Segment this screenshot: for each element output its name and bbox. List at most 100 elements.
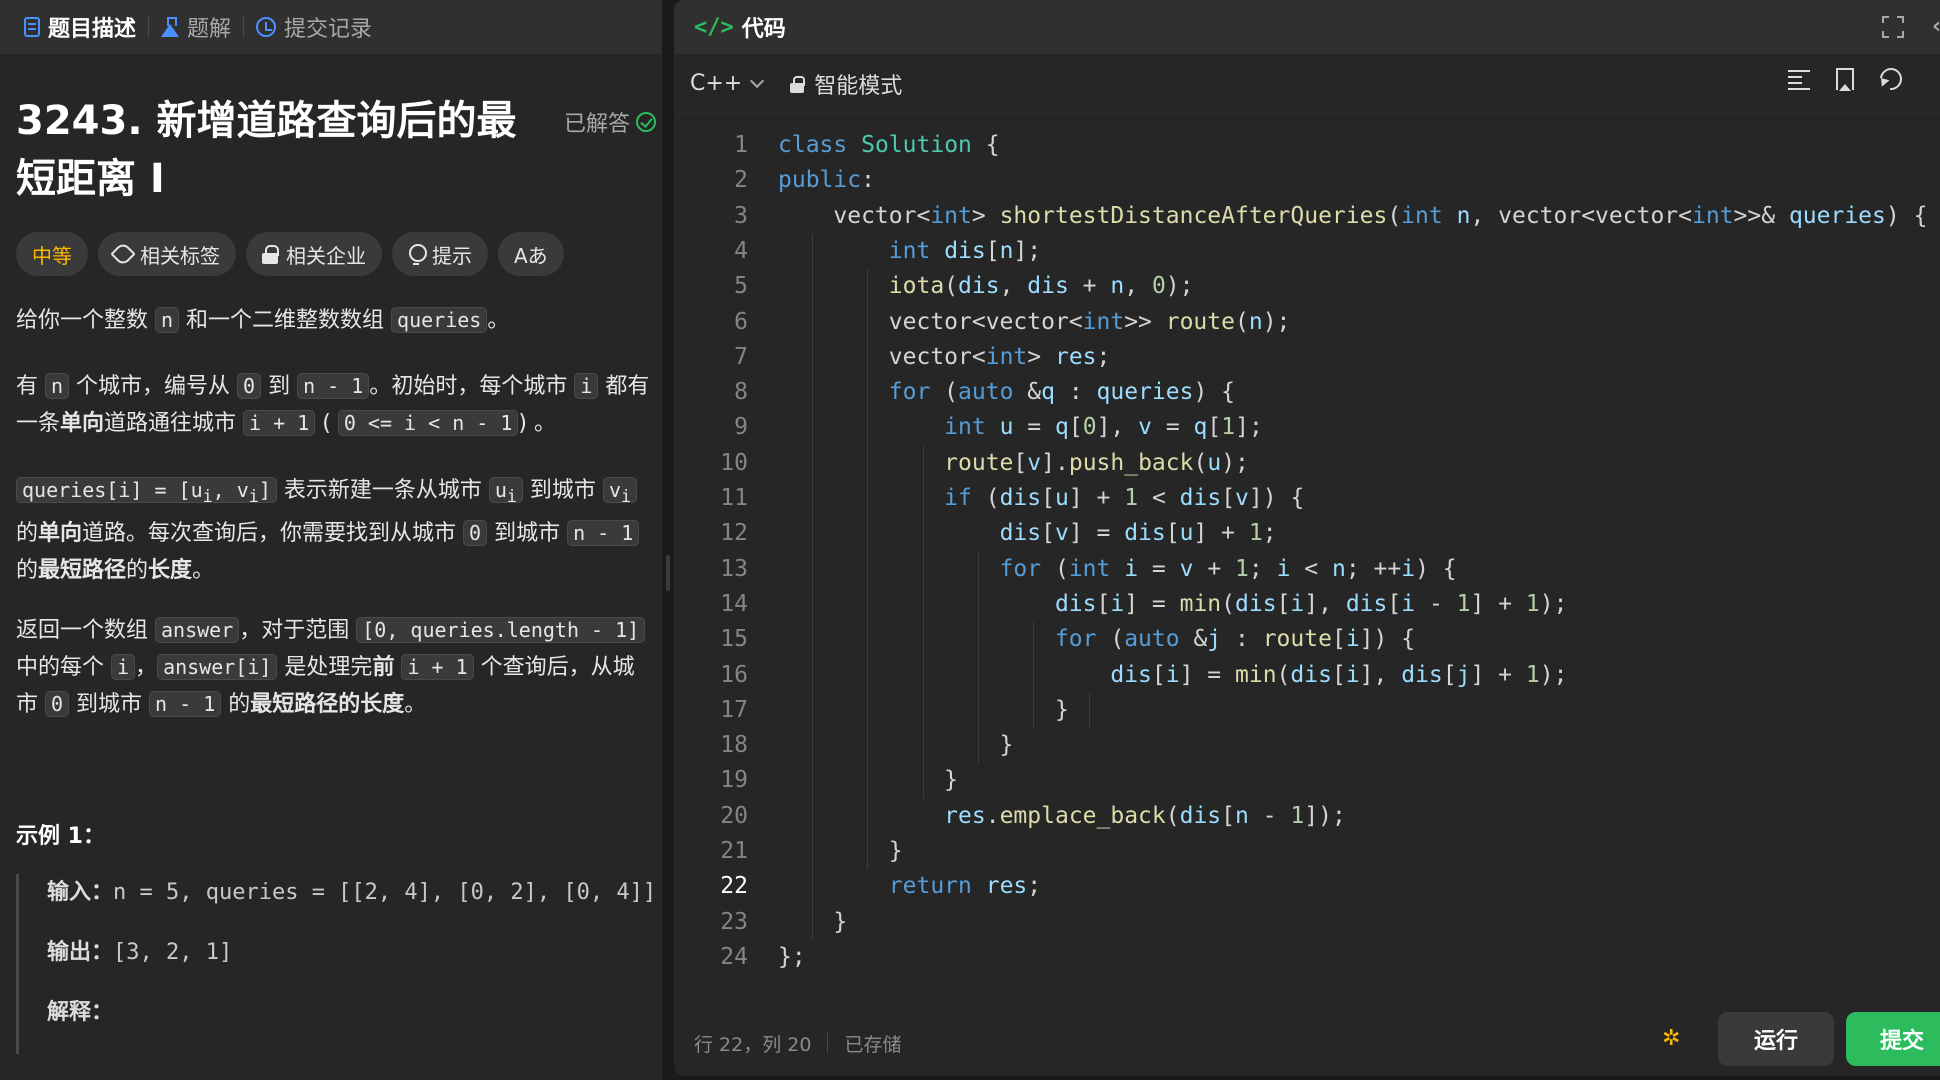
code-line[interactable]: 9 int u = q[0], v = q[1]; [674,410,1940,445]
code-line[interactable]: 5 iota(dis, dis + n, 0); [674,269,1940,304]
code-line[interactable]: 22 return res; [674,869,1940,904]
code-line[interactable]: 3 vector<int> shortestDistanceAfterQueri… [674,199,1940,234]
difficulty-badge: 中等 [16,232,88,276]
code-text: int dis[n]; [888,237,1042,264]
related-companies-button[interactable]: 相关企业 [246,232,382,276]
language-select[interactable]: C++ [690,71,765,96]
code-text: } [778,838,903,864]
font-size-button[interactable]: Aあ [498,232,564,276]
tab-description[interactable]: 题目描述 [12,0,148,54]
line-number: 8 [734,379,748,406]
resize-grip [666,555,670,591]
solved-status: 已解答 [564,106,656,138]
format-icon[interactable] [1788,70,1810,90]
hint-button[interactable]: 提示 [392,232,488,276]
example-block: 输入：n = 5, queries = [[2, 4], [0, 2], [0,… [16,874,662,1054]
lock-icon [262,245,279,264]
code-line[interactable]: 16 dis[i] = min(dis[i], dis[j] + 1); [674,658,1940,693]
code-text: route[v].push_back(u); [944,449,1249,476]
save-status: 已存储 [844,1033,902,1056]
code-panel-header: </> 代码 ‹ [674,0,1940,54]
code-text: return res; [888,873,1042,900]
code-text: res.emplace_back(dis[n - 1]); [944,802,1346,829]
indent-guide [1088,692,1090,729]
collapse-icon[interactable]: ‹ [1932,16,1940,38]
code-line[interactable]: 18 } [674,728,1940,763]
code-line[interactable]: 13 for (int i = v + 1; i < n; ++i) { [674,552,1940,587]
line-number: 20 [720,802,748,829]
code-text: class Solution { [778,132,1000,158]
code-line[interactable]: 10 route[v].push_back(u); [674,446,1940,481]
line-number: 7 [734,343,748,370]
bookmark-icon[interactable] [1836,68,1854,91]
editor-toolbar: C++ 智能模式 [674,54,1940,114]
line-number: 17 [720,696,748,723]
line-number: 2 [734,167,748,194]
problem-tabs: 题目描述 题解 提交记录 [0,0,662,54]
fullscreen-icon[interactable] [1881,15,1905,39]
tab-solutions-label: 题解 [187,17,232,42]
code-line[interactable]: 24}; [674,940,1940,975]
code-panel-title: 代码 [741,17,786,42]
line-number: 1 [734,132,748,158]
code-text: for (auto &q : queries) { [888,379,1236,406]
code-line[interactable]: 12 dis[v] = dis[u] + 1; [674,516,1940,551]
line-number: 6 [734,308,748,335]
lock-icon [790,75,806,93]
tab-solutions[interactable]: 题解 [149,0,243,54]
code-text: int u = q[0], v = q[1]; [944,414,1263,441]
check-circle-icon [636,112,656,132]
problem-title: 3243. 新增道路查询后的最短距离 I [16,98,517,202]
line-number: 5 [734,273,748,300]
code-text: iota(dis, dis + n, 0); [888,273,1194,300]
smart-mode-label: 智能模式 [814,73,903,99]
code-line[interactable]: 17 } [674,693,1940,728]
example-input: 输入：n = 5, queries = [[2, 4], [0, 2], [0,… [47,880,657,905]
line-number: 10 [720,449,748,476]
code-line[interactable]: 1 class Solution { [674,128,1940,163]
indent-guide [867,269,869,870]
more-icon[interactable] [1928,68,1940,90]
line-number: 11 [720,485,748,511]
code-line[interactable]: 8 for (auto &q : queries) { [674,375,1940,410]
code-editor[interactable]: 1 class Solution { 2 public: 3 vector<int> s… [674,128,1940,978]
line-number: 18 [720,732,748,759]
indent-guide [811,233,813,940]
debug-icon[interactable]: ✲ [1662,1026,1686,1052]
code-line[interactable]: 11 if (dis[u] + 1 < dis[v]) { [674,481,1940,516]
code-line[interactable]: 7 vector<int> res; [674,340,1940,375]
tab-submissions-label: 提交记录 [284,17,373,42]
code-line[interactable]: 4 int dis[n]; [674,234,1940,269]
code-text: }; [778,943,806,970]
line-number: 9 [734,414,748,441]
code-line[interactable]: 20 res.emplace_back(dis[n - 1]); [674,799,1940,834]
tab-submissions[interactable]: 提交记录 [244,0,384,54]
code-text: dis[v] = dis[u] + 1; [999,520,1277,547]
problem-header: 3243. 新增道路查询后的最短距离 I 已解答 [16,92,656,208]
smart-mode-toggle[interactable]: 智能模式 [790,68,902,100]
code-line[interactable]: 23 } [674,905,1940,940]
tag-icon [110,241,136,267]
related-tags-button[interactable]: 相关标签 [98,232,236,276]
submit-button[interactable]: 提交 [1846,1012,1940,1066]
related-tags-label: 相关标签 [140,243,220,268]
code-text: public: [778,167,875,194]
code-line[interactable]: 21 } [674,834,1940,869]
line-number: 23 [720,908,748,935]
code-line[interactable]: 6 vector<vector<int>> route(n); [674,305,1940,340]
code-line[interactable]: 15 for (auto &j : route[i]) { [674,622,1940,657]
code-line[interactable]: 14 dis[i] = min(dis[i], dis[i - 1] + 1); [674,587,1940,622]
run-button[interactable]: 运行 [1718,1012,1834,1066]
example-title: 示例 1： [16,824,105,849]
doc-icon [24,17,40,37]
code-line[interactable]: 19 } [674,763,1940,798]
line-number: 14 [720,590,748,617]
code-line[interactable]: 2 public: [674,163,1940,198]
panel-resize-handle[interactable] [662,0,674,1080]
code-text: vector<vector<int>> route(n); [778,308,1291,335]
reset-icon[interactable] [1875,63,1907,95]
related-companies-label: 相关企业 [286,243,366,268]
code-text: dis[i] = min(dis[i], dis[i - 1] + 1); [1054,590,1568,617]
line-number: 15 [720,626,748,653]
line-number: 19 [720,767,748,794]
